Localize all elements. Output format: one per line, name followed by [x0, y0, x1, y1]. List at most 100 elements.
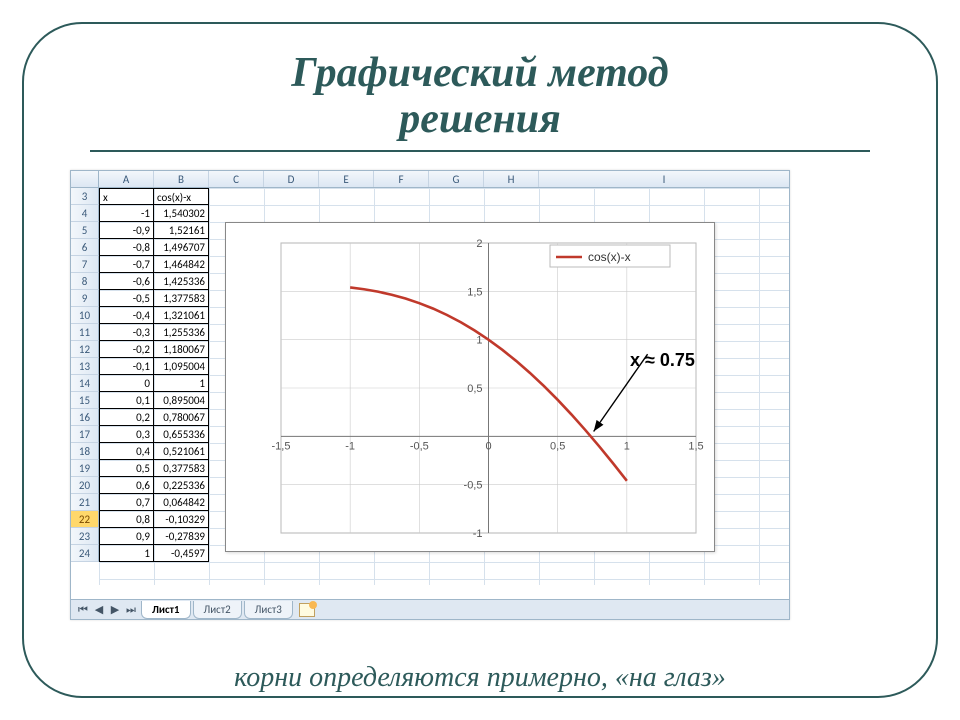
row-header-22[interactable]: 22 [71, 511, 99, 528]
row-header-16[interactable]: 16 [71, 409, 99, 426]
cell-x[interactable]: -0,4 [99, 307, 154, 324]
cell-fx[interactable]: 1,425336 [154, 273, 209, 290]
cell-x[interactable]: 0 [99, 375, 154, 392]
cell-fx[interactable]: 1,255336 [154, 324, 209, 341]
chart[interactable]: -1,5-1-0,500,511,5-1-0,50,511,52cos(x)-x [225, 222, 715, 552]
cell-x[interactable]: -0,3 [99, 324, 154, 341]
row-header-10[interactable]: 10 [71, 307, 99, 324]
row-header-12[interactable]: 12 [71, 341, 99, 358]
column-header-D[interactable]: D [264, 171, 319, 187]
table-row: -11,540302 [99, 205, 209, 222]
cell-x[interactable]: 1 [99, 545, 154, 562]
table-row: 0,8-0,10329 [99, 511, 209, 528]
cell-fx[interactable]: 1,377583 [154, 290, 209, 307]
nav-prev-icon[interactable]: ◀ [91, 602, 107, 618]
cell-x[interactable]: -0,9 [99, 222, 154, 239]
svg-text:-1: -1 [345, 440, 355, 452]
row-header-24[interactable]: 24 [71, 545, 99, 562]
cell-x[interactable]: 0,9 [99, 528, 154, 545]
column-header-F[interactable]: F [374, 171, 429, 187]
cell-fx[interactable]: -0,27839 [154, 528, 209, 545]
row-header-17[interactable]: 17 [71, 426, 99, 443]
column-header-I[interactable]: I [539, 171, 789, 187]
sheet-tab-Лист3[interactable]: Лист3 [244, 601, 293, 619]
column-header-H[interactable]: H [484, 171, 539, 187]
column-header-E[interactable]: E [319, 171, 374, 187]
row-header-18[interactable]: 18 [71, 443, 99, 460]
nav-first-icon[interactable]: ⏮ [75, 602, 91, 618]
table-row: 0,70,064842 [99, 494, 209, 511]
cell-x[interactable]: 0,6 [99, 477, 154, 494]
svg-text:0,5: 0,5 [467, 383, 482, 395]
row-header-8[interactable]: 8 [71, 273, 99, 290]
cell-fx[interactable]: 0,895004 [154, 392, 209, 409]
nav-next-icon[interactable]: ▶ [107, 602, 123, 618]
new-sheet-icon[interactable] [299, 603, 315, 617]
cell-fx[interactable]: -0,4597 [154, 545, 209, 562]
cell-x[interactable]: 0,1 [99, 392, 154, 409]
row-header-14[interactable]: 14 [71, 375, 99, 392]
column-header-B[interactable]: B [154, 171, 209, 187]
cell-fx[interactable]: 1,464842 [154, 256, 209, 273]
row-header-13[interactable]: 13 [71, 358, 99, 375]
row-header-6[interactable]: 6 [71, 239, 99, 256]
cell-x[interactable]: 0,5 [99, 460, 154, 477]
row-header-7[interactable]: 7 [71, 256, 99, 273]
cell-x[interactable]: -0,2 [99, 341, 154, 358]
cell-x[interactable]: -0,1 [99, 358, 154, 375]
cell-fx[interactable]: 1 [154, 375, 209, 392]
cell-fx[interactable]: -0,10329 [154, 511, 209, 528]
nav-last-icon[interactable]: ⏭ [123, 602, 139, 618]
table-row: -0,41,321061 [99, 307, 209, 324]
column-headers: ABCDEFGHI [99, 171, 789, 188]
row-header-4[interactable]: 4 [71, 205, 99, 222]
cell-x[interactable]: -0,6 [99, 273, 154, 290]
cell-fx[interactable]: 0,521061 [154, 443, 209, 460]
row-header-11[interactable]: 11 [71, 324, 99, 341]
header-cell-fx[interactable]: cos(x)-x [154, 188, 209, 205]
sheet-tab-Лист2[interactable]: Лист2 [193, 601, 242, 619]
column-header-C[interactable]: C [209, 171, 264, 187]
cell-x[interactable]: 0,7 [99, 494, 154, 511]
row-header-20[interactable]: 20 [71, 477, 99, 494]
cell-fx[interactable]: 0,225336 [154, 477, 209, 494]
cell-x[interactable]: 0,3 [99, 426, 154, 443]
row-header-23[interactable]: 23 [71, 528, 99, 545]
select-all-corner[interactable] [71, 171, 99, 188]
sheet-tab-Лист1[interactable]: Лист1 [141, 601, 191, 619]
cell-x[interactable]: 0,8 [99, 511, 154, 528]
svg-text:1: 1 [624, 440, 630, 452]
cell-fx[interactable]: 1,095004 [154, 358, 209, 375]
column-header-A[interactable]: A [99, 171, 154, 187]
cell-x[interactable]: 0,4 [99, 443, 154, 460]
cell-fx[interactable]: 1,496707 [154, 239, 209, 256]
table-row: 0,20,780067 [99, 409, 209, 426]
cell-x[interactable]: 0,2 [99, 409, 154, 426]
cell-x[interactable]: -1 [99, 205, 154, 222]
header-cell-x[interactable]: x [99, 188, 154, 205]
cell-fx[interactable]: 1,52161 [154, 222, 209, 239]
cell-fx[interactable]: 1,180067 [154, 341, 209, 358]
column-header-G[interactable]: G [429, 171, 484, 187]
cell-fx[interactable]: 1,540302 [154, 205, 209, 222]
row-header-3[interactable]: 3 [71, 188, 99, 205]
cell-fx[interactable]: 0,655336 [154, 426, 209, 443]
row-header-15[interactable]: 15 [71, 392, 99, 409]
cell-fx[interactable]: 0,064842 [154, 494, 209, 511]
cell-fx[interactable]: 0,377583 [154, 460, 209, 477]
row-headers: 3456789101112131415161718192021222324 [71, 188, 99, 562]
footer-caption: корни определяются примерно, «на глаз» [0, 662, 960, 694]
cell-x[interactable]: -0,7 [99, 256, 154, 273]
row-header-5[interactable]: 5 [71, 222, 99, 239]
row-header-21[interactable]: 21 [71, 494, 99, 511]
svg-text:1,5: 1,5 [467, 286, 482, 298]
table-row: xcos(x)-x [99, 188, 209, 205]
row-header-9[interactable]: 9 [71, 290, 99, 307]
cell-fx[interactable]: 0,780067 [154, 409, 209, 426]
row-header-19[interactable]: 19 [71, 460, 99, 477]
table-row: 0,50,377583 [99, 460, 209, 477]
svg-text:0,5: 0,5 [550, 440, 565, 452]
cell-fx[interactable]: 1,321061 [154, 307, 209, 324]
cell-x[interactable]: -0,5 [99, 290, 154, 307]
cell-x[interactable]: -0,8 [99, 239, 154, 256]
